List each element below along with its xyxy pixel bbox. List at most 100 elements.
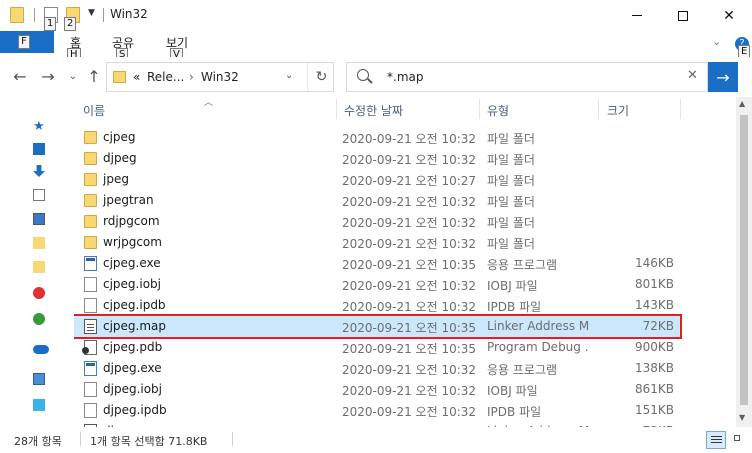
this-pc-icon[interactable] xyxy=(33,373,45,385)
refresh-button[interactable]: ↻ xyxy=(307,63,335,91)
file-row[interactable]: wrjpgcom 2020-09-21 오전 10:32 파일 폴더 xyxy=(74,232,680,253)
forward-button[interactable]: → xyxy=(38,66,58,86)
file-row[interactable]: djpeg.ipdb 2020-09-21 오전 10:32 IPDB 파일 151K… xyxy=(74,400,680,421)
exe-file-icon xyxy=(84,361,97,376)
back-button[interactable]: ← xyxy=(10,66,30,86)
column-header-type[interactable]: 유형 xyxy=(487,102,509,119)
file-name: cjpeg.map xyxy=(103,319,167,333)
file-name: cjpeg xyxy=(103,130,136,144)
clear-search-icon[interactable]: ✕ xyxy=(687,68,698,83)
column-header-name[interactable]: 이름 xyxy=(83,102,105,119)
folder-icon[interactable] xyxy=(33,237,45,249)
breadcrumb-segment[interactable]: Rele... xyxy=(147,70,184,84)
file-size: 72KB xyxy=(642,319,674,333)
column-separator[interactable] xyxy=(336,99,337,119)
quick-access-star-icon[interactable]: ★ xyxy=(33,120,45,133)
file-row[interactable]: cjpeg.pdb 2020-09-21 오전 10:35 Program Debu… xyxy=(74,337,680,358)
folder-file-icon xyxy=(84,131,97,144)
folder-icon xyxy=(113,71,126,83)
file-name: jpeg xyxy=(103,172,129,186)
keytip-new-folder: 2 xyxy=(64,17,77,31)
chevron-down-icon: ⌄ xyxy=(68,70,78,82)
up-arrow-icon: ↑ xyxy=(87,66,101,86)
file-name: djpeg.iobj xyxy=(103,382,163,396)
vertical-scrollbar[interactable]: ▲ ▼ xyxy=(736,97,752,427)
keytip-properties: 1 xyxy=(44,17,57,31)
doc-file-icon xyxy=(84,382,97,397)
file-name: jpegtran xyxy=(103,193,154,207)
file-row[interactable]: cjpeg.exe 2020-09-21 오전 10:35 응용 프로그램 146KB xyxy=(74,253,680,274)
minimize-icon xyxy=(632,15,642,16)
recent-locations-button[interactable]: ⌄ xyxy=(63,66,83,86)
quick-access-dropdown-icon[interactable]: ▼ xyxy=(88,8,95,18)
synced-folder-icon[interactable] xyxy=(33,313,45,325)
breadcrumb-separator-icon[interactable]: › xyxy=(189,70,194,84)
scrollbar-thumb[interactable] xyxy=(740,115,748,405)
status-separator xyxy=(80,432,81,446)
file-row[interactable]: cjpeg.ipdb 2020-09-21 오전 10:32 IPDB 파일 143K… xyxy=(74,295,680,316)
pictures-icon[interactable] xyxy=(33,213,45,225)
map-file-icon xyxy=(84,319,97,334)
file-type: IPDB 파일 xyxy=(487,300,542,314)
file-row[interactable]: djpeg 2020-09-21 오전 10:32 파일 폴더 xyxy=(74,148,680,169)
file-name: djpeg.ipdb xyxy=(103,403,167,417)
file-type: IPDB 파일 xyxy=(487,405,542,419)
file-type: IOBJ 파일 xyxy=(487,279,538,293)
file-row[interactable]: djpeg.exe 2020-09-21 오전 10:32 응용 프로그램 138KB xyxy=(74,358,680,379)
address-overflow[interactable]: « xyxy=(133,70,140,84)
column-separator[interactable] xyxy=(479,99,480,119)
minimize-button[interactable] xyxy=(614,0,660,31)
search-box[interactable]: ✕ xyxy=(346,62,708,92)
forward-arrow-icon: → xyxy=(41,66,55,86)
file-date: 2020-09-21 오전 10:32 xyxy=(342,405,477,419)
file-date: 2020-09-21 오전 10:32 xyxy=(342,363,477,377)
scroll-up-icon[interactable]: ▲ xyxy=(739,99,745,108)
ribbon-tabs: F 홈 공유 보기 H S V ⌄ ? E xyxy=(0,31,752,62)
up-button[interactable]: ↑ xyxy=(84,66,104,86)
quick-access-folder-icon[interactable] xyxy=(10,7,24,23)
address-dropdown-icon[interactable]: ⌄ xyxy=(285,70,293,81)
title-bar: ▼ Win32 1 2 ✕ xyxy=(0,0,752,31)
file-row[interactable]: cjpeg 2020-09-21 오전 10:32 파일 폴더 xyxy=(74,127,680,148)
doc-file-icon xyxy=(84,403,97,418)
selected-file-row[interactable]: cjpeg.map 2020-09-21 오전 10:35 Linker Addre… xyxy=(74,314,682,339)
documents-icon[interactable] xyxy=(33,189,45,201)
desktop-icon[interactable] xyxy=(33,143,45,155)
maximize-button[interactable] xyxy=(660,0,706,31)
file-type: 파일 폴더 xyxy=(487,237,535,251)
column-header-date[interactable]: 수정한 날짜 xyxy=(344,102,403,119)
file-date: 2020-09-21 오전 10:35 xyxy=(342,321,477,335)
close-button[interactable]: ✕ xyxy=(706,0,752,31)
search-icon xyxy=(357,69,369,81)
search-input[interactable] xyxy=(387,69,677,85)
error-folder-icon[interactable] xyxy=(33,287,45,299)
search-go-button[interactable]: → xyxy=(708,62,738,92)
file-row[interactable]: cjpeg.iobj 2020-09-21 오전 10:32 IOBJ 파일 801K… xyxy=(74,274,680,295)
breadcrumb-segment[interactable]: Win32 xyxy=(201,70,239,84)
file-size: 900KB xyxy=(634,340,674,354)
address-bar[interactable]: « Rele... › Win32 ⌄ ↻ xyxy=(106,62,334,92)
scroll-down-icon[interactable]: ▼ xyxy=(739,413,745,422)
file-name: cjpeg.iobj xyxy=(103,277,161,291)
details-view-button[interactable] xyxy=(706,431,726,449)
onedrive-icon[interactable] xyxy=(33,345,49,354)
file-name: djpeg xyxy=(103,151,137,165)
file-type: 응용 프로그램 xyxy=(487,258,558,272)
file-row[interactable]: jpeg 2020-09-21 오전 10:27 파일 폴더 xyxy=(74,169,680,190)
downloads-icon[interactable] xyxy=(33,165,45,177)
column-header-size[interactable]: 크기 xyxy=(607,102,629,119)
file-row[interactable]: rdjpgcom 2020-09-21 오전 10:32 파일 폴더 xyxy=(74,211,680,232)
file-row[interactable]: jpegtran 2020-09-21 오전 10:32 파일 폴더 xyxy=(74,190,680,211)
folder-icon[interactable] xyxy=(33,261,45,273)
file-list: cjpeg 2020-09-21 오전 10:32 파일 폴더 djpeg 2020-0… xyxy=(74,127,736,427)
3d-objects-icon[interactable] xyxy=(33,399,45,411)
ribbon-expand-icon[interactable]: ⌄ xyxy=(712,35,721,48)
large-icons-view-button[interactable] xyxy=(730,431,750,449)
column-separator[interactable] xyxy=(680,99,681,119)
file-date: 2020-09-21 오전 10:32 xyxy=(342,216,477,230)
column-separator[interactable] xyxy=(598,99,599,119)
folder-file-icon xyxy=(84,173,97,186)
file-date: 2020-09-21 오전 10:32 xyxy=(342,132,477,146)
file-name: wrjpgcom xyxy=(103,235,162,249)
file-row[interactable]: djpeg.iobj 2020-09-21 오전 10:32 IOBJ 파일 861K… xyxy=(74,379,680,400)
